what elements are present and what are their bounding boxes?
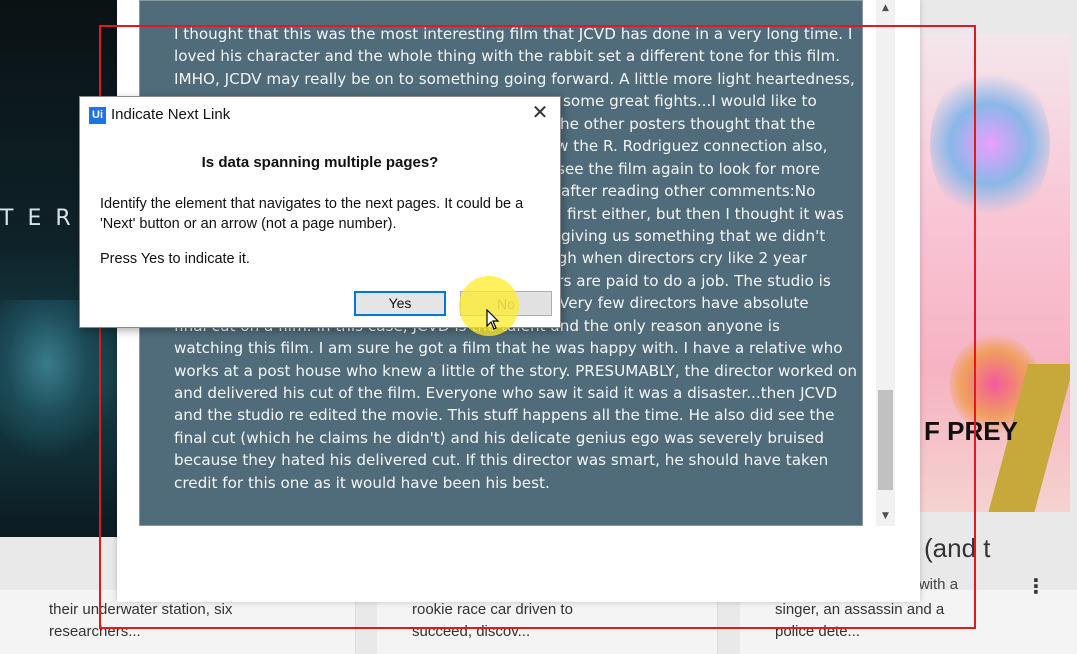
yes-button[interactable]: Yes [354, 291, 446, 316]
uipath-logo-icon: Ui [89, 107, 106, 124]
scroll-down-arrow-icon[interactable]: ▼ [876, 508, 895, 524]
review-line: because they hated his delivered cut. If… [174, 451, 829, 470]
review-line: and the studio re edited the movie. This… [174, 406, 835, 425]
review-line: works at a post house who knew a little … [174, 361, 857, 380]
poster-title-text: F PREY [924, 416, 1018, 446]
review-line: credit for this one as it would have bee… [174, 473, 550, 492]
movie-poster-right[interactable]: F PREY [920, 34, 1070, 512]
left-card-desc-line2: researchers... [49, 623, 141, 640]
review-line: and delivered his cut of the film. Every… [174, 384, 838, 402]
dialog-question: Is data spanning multiple pages? [201, 154, 439, 171]
right-card-desc-line1: singer, an assassin and a [775, 601, 945, 618]
dialog-title: Indicate Next Link [111, 106, 231, 123]
middle-card-desc-line1: rookie race car driven to [412, 601, 573, 618]
left-card-desc-line1: their underwater station, six [49, 601, 233, 618]
review-line: IMHO, JCDV may really be on to something… [174, 69, 855, 88]
right-card-desc-line2: police dete... [775, 623, 861, 640]
mouse-cursor-icon [486, 309, 500, 330]
review-line: I thought that this was the most interes… [174, 25, 853, 43]
more-options-icon[interactable]: ⋮ [1026, 576, 1046, 596]
scroll-up-arrow-icon[interactable]: ▲ [876, 0, 895, 16]
dialog-hint: Press Yes to indicate it. [100, 251, 250, 267]
poster-characters-art [930, 64, 1050, 224]
right-card-title: (and t [924, 533, 991, 563]
review-line: watching this film. I am sure he got a f… [174, 339, 843, 358]
poster-title-text: TER [0, 206, 85, 231]
review-line: loved his character and the whole thing … [174, 47, 841, 66]
close-icon[interactable]: ✕ [528, 101, 552, 125]
scrollbar-thumb[interactable] [878, 390, 893, 490]
middle-card-desc-line2: succeed, discov... [412, 623, 531, 640]
review-line: final cut (which he claims he didn't) an… [174, 428, 824, 447]
dialog-description: Identify the element that navigates to t… [100, 196, 524, 232]
